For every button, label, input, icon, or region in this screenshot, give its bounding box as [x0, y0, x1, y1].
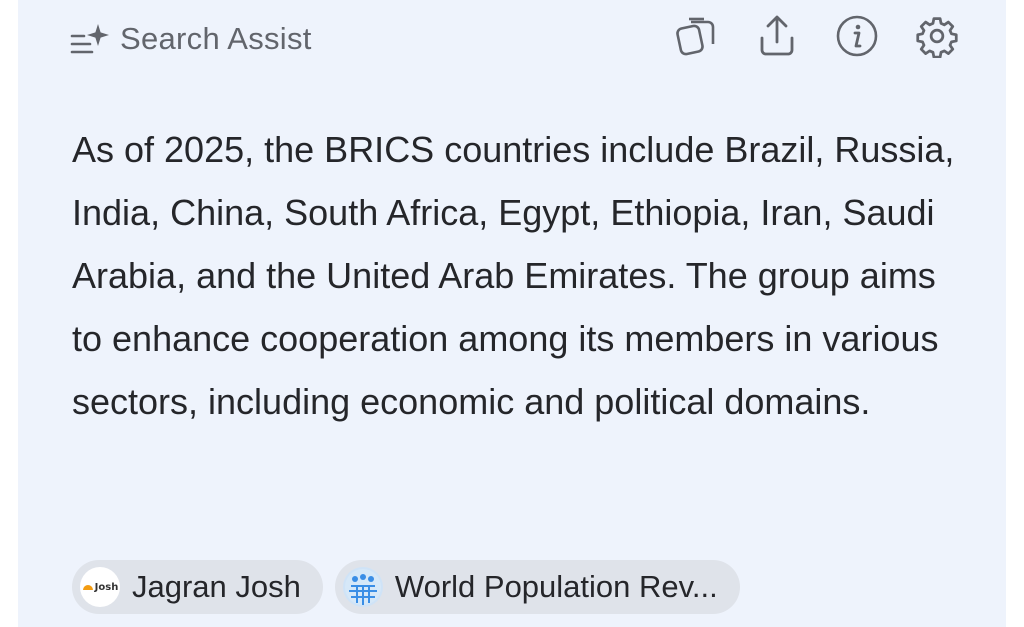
copy-button[interactable]: [673, 14, 721, 62]
source-label: Jagran Josh: [132, 569, 301, 604]
header-actions: [673, 14, 961, 62]
search-assist-title: Search Assist: [120, 21, 312, 56]
jagran-josh-favicon: Josh: [80, 567, 120, 607]
settings-button[interactable]: [913, 14, 961, 62]
share-button[interactable]: [753, 14, 801, 62]
search-assist-icon: [70, 22, 110, 56]
source-chip-jagran-josh[interactable]: Josh Jagran Josh: [72, 560, 323, 614]
info-icon: [835, 14, 879, 63]
source-chip-world-population-review[interactable]: World Population Rev...: [334, 560, 740, 614]
source-label: World Population Rev...: [394, 569, 718, 604]
copy-icon: [675, 14, 719, 63]
search-assist-panel: Search Assist As of 2025, the BRICS coun…: [18, 0, 1006, 627]
share-icon: [757, 14, 797, 63]
world-population-review-favicon: [342, 567, 383, 607]
gear-icon: [915, 14, 959, 63]
search-assist-header: Search Assist: [70, 14, 312, 64]
info-button[interactable]: [833, 14, 881, 62]
source-chips: Josh Jagran Josh World Population Rev...: [72, 560, 740, 614]
answer-text: As of 2025, the BRICS countries include …: [72, 129, 955, 422]
